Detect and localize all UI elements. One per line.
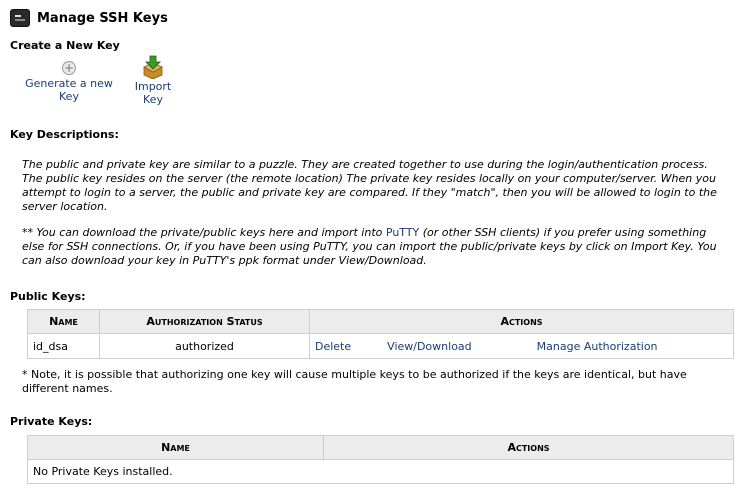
generate-key-button[interactable]: + Generate a new Key: [10, 61, 128, 103]
terminal-icon: [10, 9, 30, 27]
key-name: id_dsa: [27, 333, 100, 359]
no-private-keys-message: No Private Keys installed.: [27, 459, 734, 484]
column-header-name: Name: [27, 435, 324, 460]
page-title: Manage SSH Keys: [37, 10, 168, 26]
plus-circle-icon: +: [62, 61, 76, 75]
public-keys-table: Name Authorization Status Actions id_dsa…: [27, 309, 734, 359]
import-key-button[interactable]: Import Key: [130, 55, 176, 106]
description-paragraph-2: ** You can download the private/public k…: [22, 226, 717, 267]
import-arrow-icon: [143, 55, 163, 79]
column-header-authorization-status: Authorization Status: [99, 309, 310, 334]
page-header: Manage SSH Keys: [10, 0, 734, 34]
description-paragraph-1: The public and private key are similar t…: [22, 158, 717, 213]
table-row: id_dsa authorized Delete View/Download M…: [27, 333, 734, 359]
create-key-heading: Create a New Key: [10, 39, 120, 52]
key-descriptions-heading: Key Descriptions:: [10, 128, 119, 141]
generate-key-label: Generate a new Key: [25, 77, 113, 103]
manage-authorization-link[interactable]: Manage Authorization: [537, 340, 658, 353]
authorization-note: * Note, it is possible that authorizing …: [22, 368, 687, 395]
column-header-actions: Actions: [309, 309, 734, 334]
private-keys-table: Name Actions No Private Keys installed.: [27, 435, 734, 484]
column-header-actions: Actions: [323, 435, 734, 460]
ssh-keys-page: Manage SSH Keys Create a New Key + Gener…: [0, 0, 744, 496]
view-download-link[interactable]: View/Download: [387, 340, 472, 353]
import-key-label: Import Key: [134, 80, 172, 106]
public-keys-heading: Public Keys:: [10, 290, 86, 303]
putty-link[interactable]: PuTTY: [386, 226, 419, 239]
key-descriptions-body: The public and private key are similar t…: [22, 158, 722, 268]
table-row: No Private Keys installed.: [27, 459, 734, 484]
column-header-name: Name: [27, 309, 100, 334]
authorization-status: authorized: [99, 333, 310, 359]
key-actions-cell: Delete View/Download Manage Authorizatio…: [309, 333, 734, 359]
delete-key-link[interactable]: Delete: [315, 340, 351, 353]
create-key-actions: + Generate a new Key Import Key: [10, 55, 734, 106]
private-keys-heading: Private Keys:: [10, 415, 93, 428]
